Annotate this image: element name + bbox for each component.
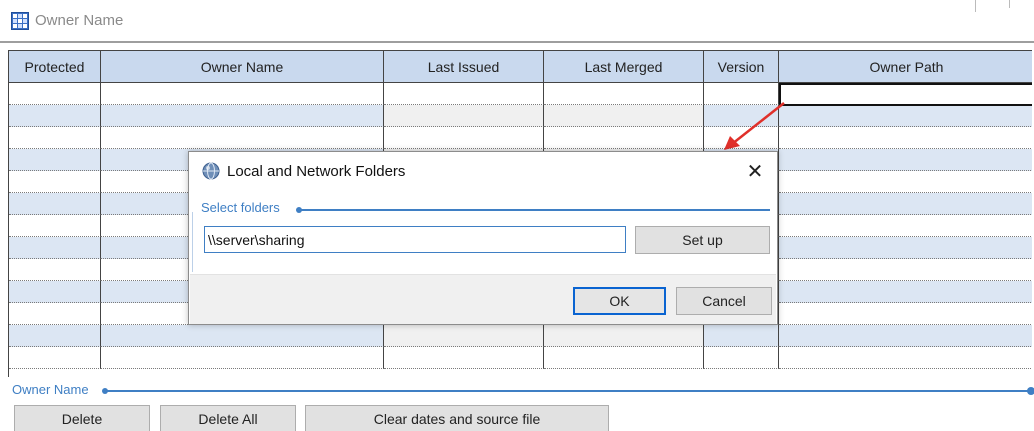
table-cell[interactable] (101, 325, 384, 347)
grid-app-icon (11, 12, 29, 30)
ok-button[interactable]: OK (573, 287, 666, 315)
setup-button[interactable]: Set up (635, 226, 770, 254)
table-cell[interactable] (779, 215, 1032, 237)
table-cell[interactable] (101, 127, 384, 149)
delete-all-button[interactable]: Delete All (160, 405, 296, 431)
window-titlebar: Owner Name (0, 0, 1034, 43)
table-cell[interactable] (9, 215, 101, 237)
table-cell[interactable] (9, 171, 101, 193)
table-cell[interactable] (9, 237, 101, 259)
table-cell[interactable] (779, 347, 1032, 369)
table-cell[interactable] (544, 105, 704, 127)
owner-group-label: Owner Name (12, 382, 89, 397)
table-cell[interactable] (384, 83, 544, 105)
table-cell[interactable] (779, 259, 1032, 281)
table-cell[interactable] (779, 303, 1032, 325)
table-cell[interactable] (9, 259, 101, 281)
table-cell[interactable] (9, 193, 101, 215)
table-cell[interactable] (384, 127, 544, 149)
table-cell[interactable] (779, 149, 1032, 171)
column-header-owner-path[interactable]: Owner Path (779, 51, 1032, 83)
column-header-version[interactable]: Version (704, 51, 779, 83)
table-cell[interactable] (384, 325, 544, 347)
column-header-last-merged[interactable]: Last Merged (544, 51, 704, 83)
local-network-folders-dialog: Local and Network Folders ✕ Select folde… (188, 151, 778, 325)
table-cell[interactable] (9, 325, 101, 347)
table-cell[interactable] (9, 347, 101, 369)
table-cell[interactable] (779, 281, 1032, 303)
table-cell[interactable] (9, 105, 101, 127)
group-divider (296, 207, 770, 213)
table-cell[interactable] (544, 325, 704, 347)
column-header-owner-name[interactable]: Owner Name (101, 51, 384, 83)
column-header-protected[interactable]: Protected (9, 51, 101, 83)
table-cell[interactable] (779, 237, 1032, 259)
globe-icon (202, 162, 220, 180)
titlebar-separator (0, 41, 1034, 43)
group-border (192, 212, 193, 272)
table-cell[interactable] (9, 127, 101, 149)
table-cell[interactable] (9, 281, 101, 303)
table-cell[interactable] (544, 83, 704, 105)
table-cell[interactable] (9, 303, 101, 325)
table-cell[interactable] (704, 347, 779, 369)
table-cell[interactable] (9, 149, 101, 171)
table-row[interactable] (9, 105, 1032, 127)
folder-path-input[interactable] (204, 226, 626, 253)
dialog-body: Select folders Set up (190, 192, 776, 274)
column-header-last-issued[interactable]: Last Issued (384, 51, 544, 83)
table-cell[interactable] (101, 347, 384, 369)
table-cell[interactable] (9, 83, 101, 105)
grid-header: Protected Owner Name Last Issued Last Me… (9, 51, 1032, 83)
table-cell[interactable] (384, 105, 544, 127)
table-row[interactable] (9, 325, 1032, 347)
annotation-arrow (724, 102, 785, 150)
cancel-button[interactable]: Cancel (676, 287, 772, 315)
table-cell[interactable] (779, 193, 1032, 215)
select-folders-label: Select folders (201, 200, 280, 215)
selected-cell[interactable] (779, 83, 1032, 106)
table-row[interactable] (9, 347, 1032, 369)
window-title: Owner Name (35, 12, 124, 29)
table-row[interactable] (9, 127, 1032, 149)
group-divider-end (1027, 387, 1034, 395)
title-divider (1009, 0, 1010, 8)
table-cell[interactable] (544, 347, 704, 369)
dialog-title: Local and Network Folders (227, 163, 406, 180)
delete-button[interactable]: Delete (14, 405, 150, 431)
group-divider (102, 388, 1028, 394)
title-divider (975, 0, 976, 12)
table-cell[interactable] (704, 325, 779, 347)
table-cell[interactable] (101, 105, 384, 127)
table-cell[interactable] (544, 127, 704, 149)
dialog-footer: OK Cancel (190, 274, 776, 324)
table-cell[interactable] (779, 171, 1032, 193)
table-cell[interactable] (779, 127, 1032, 149)
close-icon[interactable]: ✕ (744, 160, 766, 183)
table-cell[interactable] (779, 105, 1032, 127)
table-cell[interactable] (384, 347, 544, 369)
table-cell[interactable] (101, 83, 384, 105)
table-cell[interactable] (779, 325, 1032, 347)
clear-dates-button[interactable]: Clear dates and source file (305, 405, 609, 431)
